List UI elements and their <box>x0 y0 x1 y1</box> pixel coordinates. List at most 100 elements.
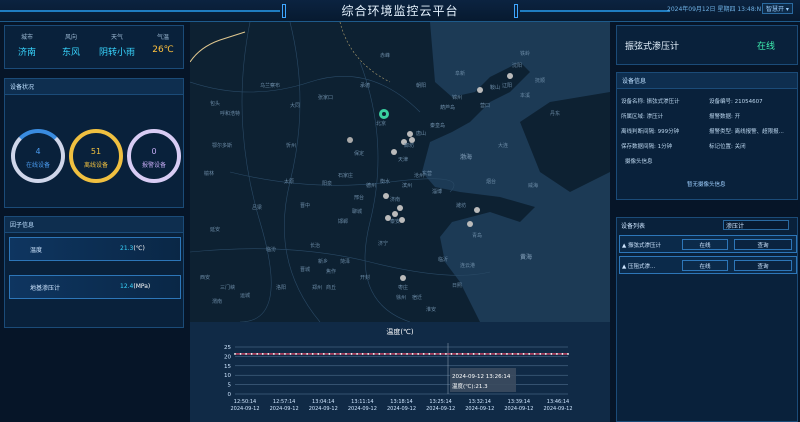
ring-label: 离线设备 <box>83 162 108 169</box>
online-devices-ring[interactable]: 4 在线设备 <box>11 129 65 183</box>
factor-name: 地基渗压计 <box>30 285 61 292</box>
city-label: 三门峡 <box>220 285 236 291</box>
user-menu-button[interactable]: 智慧开 ▾ <box>762 3 793 14</box>
city-label: 渤海 <box>460 154 473 161</box>
header-bar: 综合环境监控云平台 2024年09月12日 星期四 13:48:N 智慧开 ▾ <box>0 0 800 22</box>
y-tick-label: 15 <box>224 364 231 370</box>
factor-row[interactable]: 地基渗压计 12.4(MPa) <box>9 275 181 299</box>
x-tick-label: 2024-09-12 <box>230 406 259 412</box>
ring-count: 0 <box>151 147 157 156</box>
data-point <box>350 353 353 355</box>
info-item: 报警类型: 离线报警、超限报... <box>709 129 784 135</box>
info-item: 标记位置: 关闭 <box>709 144 746 150</box>
data-point <box>456 353 458 355</box>
city-label: 天津 <box>398 157 409 163</box>
y-tick-label: 5 <box>228 383 232 389</box>
x-tick-label: 13:18:14 <box>390 399 412 405</box>
y-tick-label: 25 <box>224 345 231 351</box>
map-base <box>190 22 610 322</box>
location-marker-icon <box>477 87 483 93</box>
datetime-display: 2024年09月12日 星期四 13:48:N <box>667 6 762 13</box>
x-tick-label: 13:11:14 <box>351 399 373 405</box>
data-point <box>433 353 436 355</box>
data-point <box>245 353 247 355</box>
device-status-panel: 设备状况 4 在线设备 51 离线设备 0 报警设备 <box>4 78 184 208</box>
device-list-row[interactable]: ▲ 压阻式渗... 在线 查询 <box>619 256 797 274</box>
city-label: 威海 <box>528 183 539 189</box>
data-point <box>345 353 347 355</box>
city-label: 洛阳 <box>276 285 287 291</box>
data-point <box>494 353 497 355</box>
weather-value: 26℃ <box>152 45 174 55</box>
city-label: 鞍山 <box>490 85 501 91</box>
location-marker-icon <box>383 193 389 199</box>
tooltip-time: 2024-09-12 13:26:14 <box>452 374 511 380</box>
location-marker-icon <box>397 205 403 211</box>
city-label: 辽阳 <box>502 83 513 89</box>
city-label: 北京 <box>376 121 387 127</box>
query-button[interactable]: 查询 <box>734 239 792 250</box>
city-label: 铁岭 <box>520 51 531 57</box>
city-label: 本溪 <box>520 93 531 99</box>
temperature-chart[interactable]: 温度(℃) 0 5 10 15 20 25 12:50:14 2024-09-12 12:57:… <box>190 322 610 422</box>
tooltip-value: 温度(℃):21.3 <box>452 382 488 390</box>
info-item: 报警数据: 开 <box>709 114 741 120</box>
panel-title: 设备状况 <box>5 79 183 95</box>
page-title: 综合环境监控云平台 <box>341 4 459 18</box>
data-point <box>389 353 392 355</box>
data-point <box>445 353 447 355</box>
x-tick-label: 13:25:14 <box>429 399 451 405</box>
city-label: 承德 <box>360 83 371 89</box>
data-point <box>533 353 536 355</box>
city-label: 赤峰 <box>380 53 391 59</box>
weather-condition: 天气 阴转小雨 <box>97 32 137 58</box>
city-label: 包头 <box>210 101 221 107</box>
panel-title: 因子信息 <box>5 217 183 233</box>
city-label: 石家庄 <box>338 173 354 179</box>
location-marker-icon <box>474 207 480 213</box>
weather-panel: 城市 济南 风向 东风 天气 阴转小雨 气温 26℃ <box>4 25 184 69</box>
city-label: 泰安 <box>390 219 401 225</box>
city-label: 邯郸 <box>338 219 349 225</box>
device-row-status: 在线 <box>682 239 728 250</box>
active-marker-icon <box>379 109 389 119</box>
city-label: 烟台 <box>486 179 497 185</box>
location-marker-icon <box>391 149 397 155</box>
data-point <box>322 353 325 355</box>
city-label: 青岛 <box>472 233 483 239</box>
data-point <box>317 353 320 355</box>
map-view[interactable]: 沈阳 铁岭 抚顺 辽阳 本溪 鞍山 营口 丹东 大连 锦州 葫芦岛 朝阳 阜新 赤峰 承德 秦皇岛 唐山 北京 天津… <box>190 22 610 322</box>
data-point <box>378 353 381 355</box>
x-tick-label: 2024-09-12 <box>309 406 338 412</box>
data-point <box>250 353 253 355</box>
city-label: 衡水 <box>380 179 391 185</box>
city-label: 唐山 <box>416 131 427 137</box>
offline-devices-ring[interactable]: 51 离线设备 <box>69 129 123 183</box>
data-point <box>517 353 519 355</box>
device-row-name: ▲ 压阻式渗... <box>622 264 656 270</box>
data-point <box>528 353 531 355</box>
factor-name: 温度 <box>30 247 43 254</box>
data-point <box>395 353 397 355</box>
data-point <box>256 353 259 355</box>
city-label: 临汾 <box>266 247 277 253</box>
city-label: 郑州 <box>312 285 323 291</box>
data-point <box>550 353 553 355</box>
factor-row[interactable]: 温度 21.3(℃) <box>9 237 181 261</box>
device-row-name: ▲ 振弦式渗压计 <box>622 243 661 249</box>
query-button[interactable]: 查询 <box>734 260 792 271</box>
device-search-input[interactable] <box>723 220 789 230</box>
alarm-devices-ring[interactable]: 0 报警设备 <box>127 129 181 183</box>
data-point <box>300 353 303 355</box>
device-list-row[interactable]: ▲ 振弦式渗压计 在线 查询 <box>619 235 797 253</box>
city-label: 沈阳 <box>512 63 523 69</box>
city-label: 吕梁 <box>252 205 263 211</box>
city-label: 鄂尔多斯 <box>212 143 233 149</box>
weather-city: 城市 济南 <box>7 32 47 58</box>
data-point <box>561 353 564 355</box>
city-label: 邢台 <box>354 195 365 201</box>
city-label: 黄海 <box>520 254 533 261</box>
camera-info-label: 摄像头信息 <box>625 159 653 165</box>
city-label: 长治 <box>310 243 321 249</box>
city-label: 秦皇岛 <box>430 123 446 129</box>
